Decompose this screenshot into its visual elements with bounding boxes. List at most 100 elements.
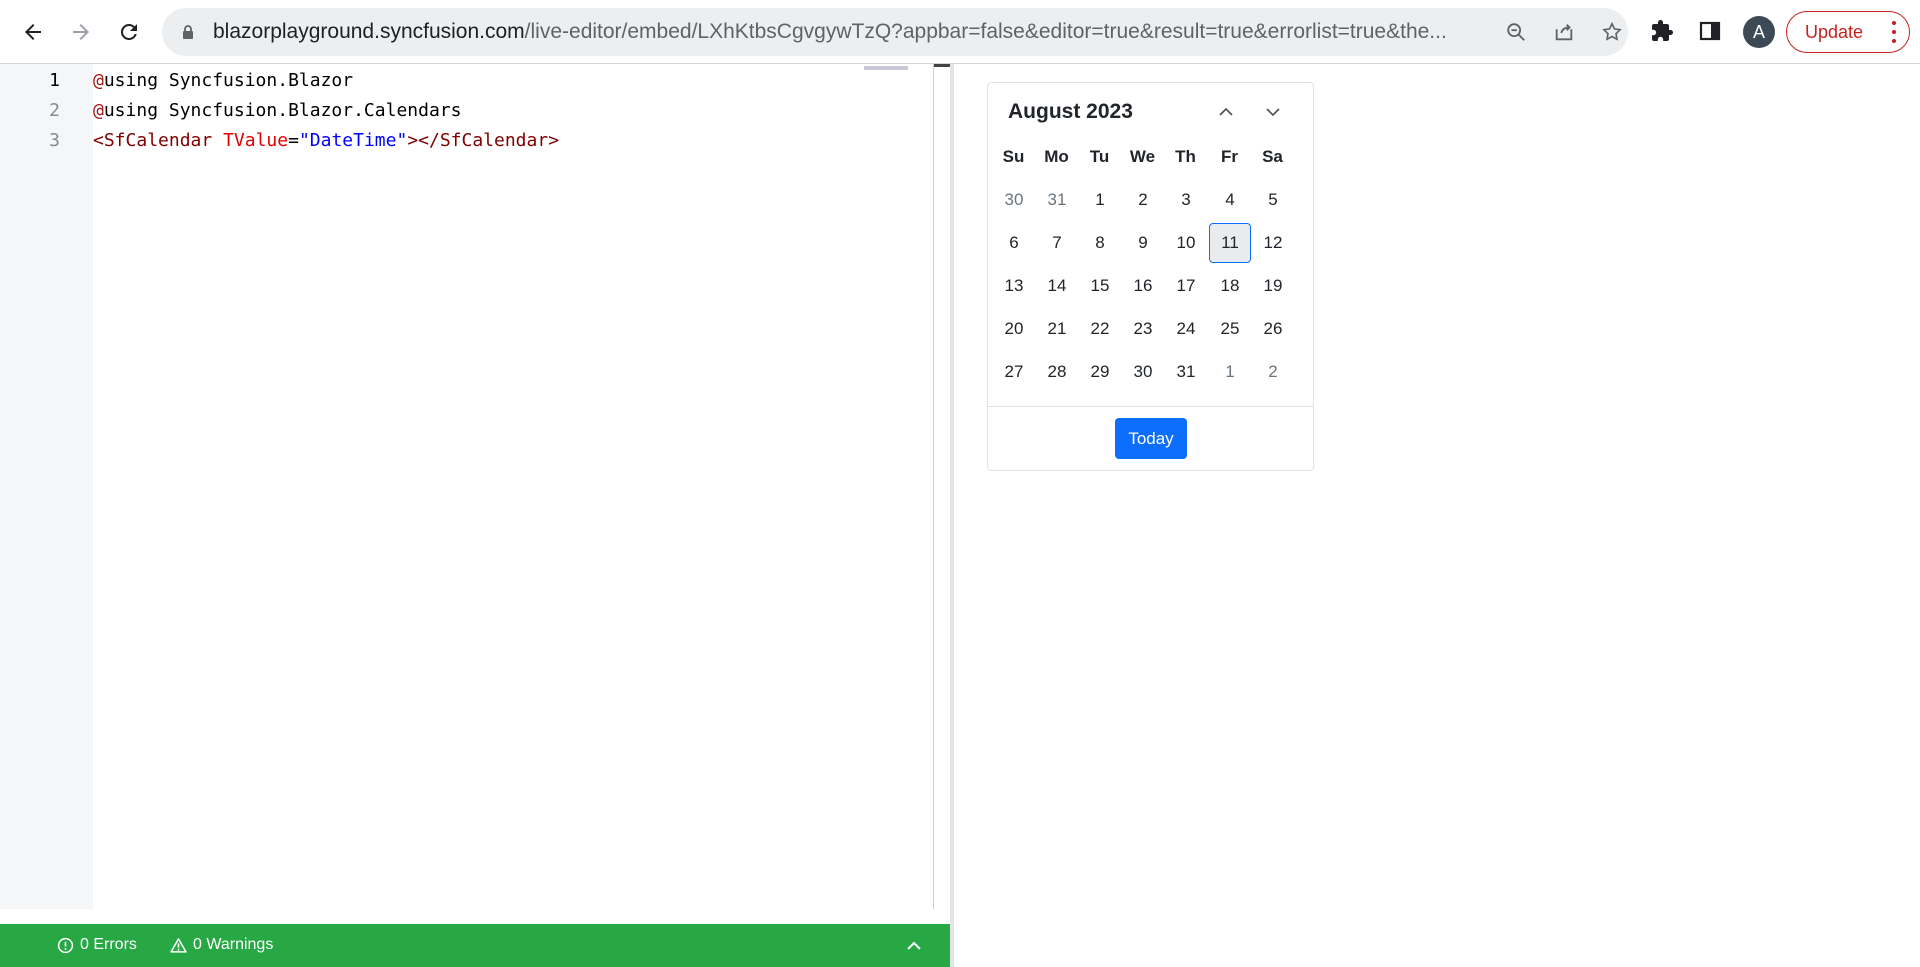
arrow-right-icon [73,24,89,40]
calendar-day[interactable]: 30 [1122,352,1164,392]
calendar-day[interactable]: 16 [1122,266,1164,306]
errors-indicator[interactable]: 0 Errors [57,936,137,954]
weekday-label: Tu [1089,147,1110,166]
calendar-day[interactable]: 7 [1036,223,1078,263]
calendar: August 2023 Su Mo Tu We Th Fr Sa 30 31 1 2 3 4 5 6 7 8 9… [987,82,1314,471]
calendar-day-other-month[interactable]: 1 [1209,352,1251,392]
code-tag: SfCalendar [103,130,213,151]
chevron-up-icon [1219,107,1233,116]
error-status-bar: 0 Errors 0 Warnings [0,924,952,967]
calendar-day[interactable]: 5 [1252,180,1294,220]
calendar-day[interactable]: 2 [1122,180,1164,220]
code-punct: ></ [407,130,440,151]
calendar-day[interactable]: 17 [1165,266,1207,306]
editor-scrollbar-thumb[interactable] [934,64,950,67]
weekday-label: Su [1002,147,1025,166]
directive-prefix: @ [93,70,104,91]
star-icon [1602,21,1622,41]
more-menu-icon [1891,21,1897,43]
update-button[interactable]: Update [1786,11,1910,53]
calendar-day[interactable]: 14 [1036,266,1078,306]
weekday-label: Fr [1221,147,1238,166]
calendar-day[interactable]: 6 [993,223,1035,263]
minimap[interactable] [864,66,908,70]
calendar-day-other-month[interactable]: 31 [1036,180,1078,220]
share-button[interactable] [1550,18,1578,46]
calendar-day[interactable]: 3 [1165,180,1207,220]
code-line[interactable]: @using Syncfusion.Blazor [93,66,353,96]
calendar-day[interactable]: 31 [1165,352,1207,392]
code-text: using Syncfusion.Blazor [103,70,354,91]
code-string: "DateTime" [298,130,408,151]
lock-icon [183,25,193,39]
address-bar[interactable]: blazorplayground.syncfusion.com/live-edi… [162,8,1628,56]
previous-month-button[interactable] [1211,97,1241,127]
code-editor[interactable]: 1 2 3 @using Syncfusion.Blazor @using Sy… [0,64,950,924]
profile-avatar[interactable]: A [1743,16,1775,48]
today-button[interactable]: Today [1115,418,1187,459]
calendar-day[interactable]: 1 [1079,180,1121,220]
code-tag: SfCalendar [439,130,549,151]
weekday-label: Sa [1262,147,1283,166]
url-text[interactable]: blazorplayground.syncfusion.com/live-edi… [213,20,1633,44]
browser-toolbar: blazorplayground.syncfusion.com/live-edi… [0,0,1920,64]
line-number: 1 [49,70,60,91]
extensions-button[interactable] [1645,14,1679,48]
calendar-day[interactable]: 23 [1122,309,1164,349]
weekday-label: We [1129,147,1156,166]
code-attribute: TValue [223,130,289,151]
bookmark-button[interactable] [1598,18,1626,46]
zoom-button[interactable] [1502,18,1530,46]
side-panel-icon [1699,21,1721,41]
calendar-day[interactable]: 18 [1209,266,1251,306]
url-path: /live-editor/embed/LXhKtbsCgvgywTzQ?appb… [524,20,1447,43]
code-line[interactable]: <SfCalendar TValue="DateTime"></SfCalend… [93,126,559,156]
calendar-day[interactable]: 4 [1209,180,1251,220]
directive-prefix: @ [93,100,104,121]
calendar-day[interactable]: 19 [1252,266,1294,306]
next-month-button[interactable] [1258,97,1288,127]
editor-scrollbar-track[interactable] [933,64,934,909]
calendar-day[interactable]: 28 [1036,352,1078,392]
error-circle-icon [57,937,74,953]
reload-button[interactable] [109,12,149,52]
url-host: blazorplayground.syncfusion.com [213,20,525,43]
calendar-day[interactable]: 24 [1165,309,1207,349]
reload-icon [120,23,137,40]
errors-count: 0 Errors [80,936,137,953]
share-icon [1555,24,1573,41]
calendar-day[interactable]: 12 [1252,223,1294,263]
calendar-day[interactable]: 22 [1079,309,1121,349]
forward-button[interactable] [61,12,101,52]
calendar-day[interactable]: 27 [993,352,1035,392]
calendar-day[interactable]: 29 [1079,352,1121,392]
chevron-up-icon[interactable] [904,936,924,956]
code-punct: > [548,130,560,151]
code-line[interactable]: @using Syncfusion.Blazor.Calendars [93,96,461,126]
calendar-day-selected[interactable]: 11 [1209,223,1251,263]
calendar-day-other-month[interactable]: 30 [993,180,1035,220]
warnings-count: 0 Warnings [193,936,274,953]
calendar-day[interactable]: 9 [1122,223,1164,263]
calendar-day[interactable]: 10 [1165,223,1207,263]
calendar-day[interactable]: 15 [1079,266,1121,306]
line-number: 2 [49,100,60,121]
calendar-divider [988,406,1313,407]
arrow-left-icon [25,24,41,40]
calendar-day[interactable]: 21 [1036,309,1078,349]
calendar-title[interactable]: August 2023 [1008,99,1133,125]
calendar-day[interactable]: 20 [993,309,1035,349]
zoom-out-icon [1507,23,1525,41]
calendar-day[interactable]: 25 [1209,309,1251,349]
line-number: 3 [49,130,60,151]
back-button[interactable] [13,12,53,52]
code-punct: = [288,130,299,151]
weekday-label: Mo [1044,147,1069,166]
calendar-day[interactable]: 13 [993,266,1035,306]
calendar-day[interactable]: 8 [1079,223,1121,263]
calendar-day-other-month[interactable]: 2 [1252,352,1294,392]
calendar-day[interactable]: 26 [1252,309,1294,349]
side-panel-button[interactable] [1693,14,1727,48]
update-label: Update [1805,21,1864,42]
warnings-indicator[interactable]: 0 Warnings [170,936,273,954]
